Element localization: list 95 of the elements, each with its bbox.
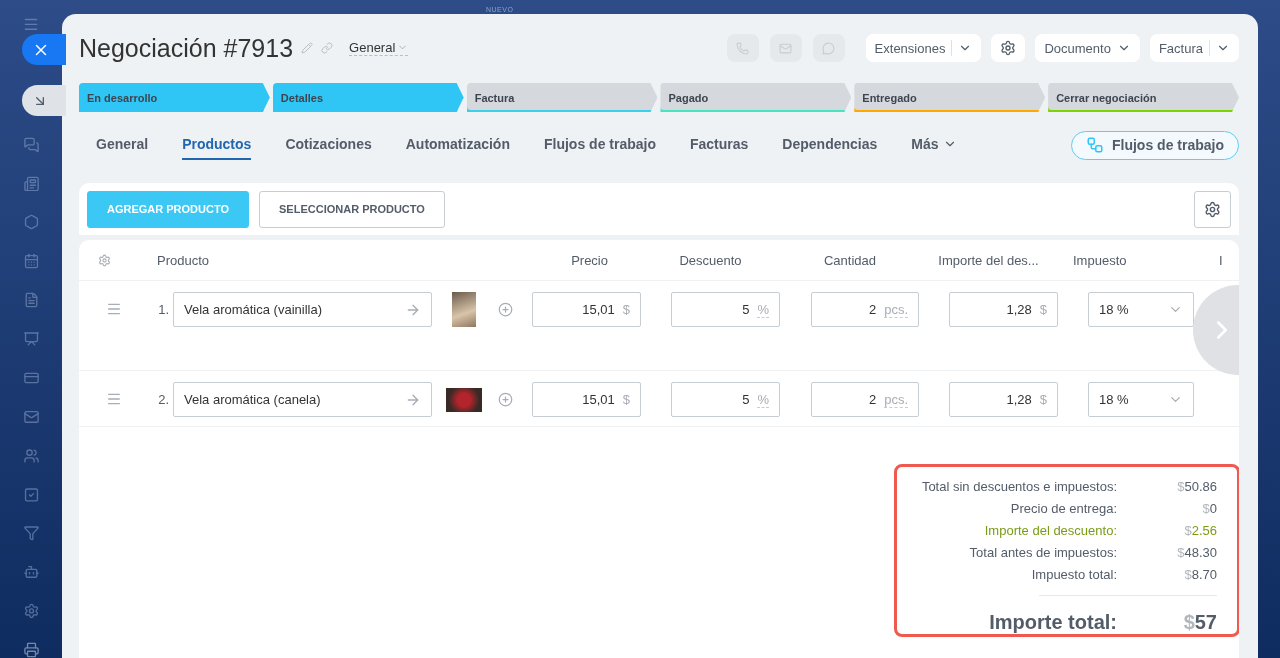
- drag-handle-icon[interactable]: [106, 391, 122, 407]
- calendar-icon[interactable]: [22, 253, 40, 270]
- row-number: 1.: [158, 301, 169, 319]
- split-menu-button[interactable]: Extensiones: [865, 34, 982, 62]
- stage-step[interactable]: Entregado: [854, 83, 1046, 112]
- tax-dropdown[interactable]: 18 %: [1088, 292, 1194, 327]
- mail-icon[interactable]: [22, 408, 40, 425]
- workflows-button[interactable]: Flujos de trabajo: [1071, 130, 1239, 160]
- stage-label: Factura: [474, 91, 515, 104]
- settings-icon[interactable]: [98, 253, 111, 267]
- robot-icon[interactable]: [22, 564, 40, 581]
- dropdown-button[interactable]: Documento: [1035, 34, 1140, 62]
- column-header: Cantidad: [823, 252, 876, 268]
- total-label: Total sin descuentos e impuestos:: [920, 479, 1117, 494]
- filter-icon[interactable]: [22, 525, 40, 542]
- menu-icon[interactable]: [22, 16, 40, 33]
- column-header: Producto: [157, 252, 210, 268]
- tab[interactable]: Productos: [182, 130, 252, 160]
- price-field[interactable]: 15,01 $: [532, 292, 641, 327]
- select-product-button[interactable]: SELECCIONAR PRODUCTO: [259, 190, 445, 228]
- product-field[interactable]: Vela aromática (vainilla): [173, 292, 432, 327]
- pipeline-dropdown[interactable]: General: [349, 40, 409, 56]
- total-value: $50.86: [1176, 479, 1217, 494]
- grand-total-value: $57: [1182, 611, 1217, 634]
- settings-icon: [1000, 40, 1017, 56]
- quantity-field[interactable]: 2 pcs.: [811, 382, 919, 417]
- stage-label: Pagado: [668, 91, 709, 104]
- discount-field[interactable]: 5 %: [671, 382, 780, 417]
- row-number: 2.: [158, 391, 169, 409]
- pencil-icon[interactable]: [301, 42, 314, 54]
- stage-step[interactable]: Cerrar negociación: [1048, 83, 1239, 112]
- total-value: $8.70: [1183, 567, 1217, 582]
- total-label: Importe del descuento:: [983, 523, 1117, 538]
- settings-button[interactable]: [1194, 190, 1231, 228]
- presentation-icon[interactable]: [22, 331, 40, 347]
- drag-handle-icon[interactable]: [106, 301, 122, 317]
- column-header: Descuento: [679, 252, 742, 268]
- stage-label: En desarrollo: [87, 91, 158, 104]
- tab[interactable]: Cotizaciones: [285, 130, 372, 160]
- deal-title: Negociación #7913: [79, 33, 294, 63]
- workflow-icon: [1086, 136, 1104, 154]
- stage-label: Detalles: [280, 91, 324, 104]
- stage-label: Entregado: [862, 91, 917, 104]
- total-label: Precio de entrega:: [1009, 501, 1117, 516]
- printer-icon[interactable]: [22, 642, 40, 658]
- discount-amount-field[interactable]: 1,28 $: [949, 292, 1058, 327]
- column-header: Importe del des...: [938, 252, 1039, 268]
- price-field[interactable]: 15,01 $: [532, 382, 641, 417]
- news-icon[interactable]: [22, 175, 40, 192]
- tab[interactable]: Flujos de trabajo: [543, 130, 656, 160]
- chat-button[interactable]: [812, 34, 845, 62]
- grand-total-label: Importe total:: [988, 611, 1117, 634]
- settings-button[interactable]: [991, 34, 1026, 62]
- minimize-button[interactable]: [22, 85, 66, 116]
- total-label: Impuesto total:: [1030, 567, 1117, 582]
- close-button[interactable]: [22, 34, 66, 65]
- tab[interactable]: General: [96, 130, 149, 160]
- discount-amount-field[interactable]: 1,28 $: [949, 382, 1058, 417]
- settings-icon[interactable]: [22, 603, 40, 620]
- stage-label: Cerrar negociación: [1056, 91, 1157, 104]
- stage-step[interactable]: Pagado: [660, 83, 852, 112]
- discount-field[interactable]: 5 %: [671, 292, 780, 327]
- total-value: $2.56: [1183, 523, 1217, 538]
- total-value: $48.30: [1176, 545, 1217, 560]
- column-header: I: [1219, 252, 1223, 268]
- stage-step[interactable]: Detalles: [272, 83, 464, 112]
- tab[interactable]: Facturas: [690, 130, 749, 160]
- total-value: $0: [1201, 501, 1217, 516]
- tab[interactable]: Más: [911, 130, 957, 160]
- photo-placeholder: [452, 292, 476, 327]
- mail-button[interactable]: [769, 34, 802, 62]
- users-icon[interactable]: [22, 447, 40, 464]
- photo-placeholder: [446, 387, 482, 412]
- chat-icon: [822, 41, 836, 55]
- mail-icon: [779, 41, 793, 55]
- phone-button[interactable]: [726, 34, 759, 62]
- tax-dropdown[interactable]: 18 %: [1088, 382, 1194, 417]
- column-header: Precio: [571, 252, 608, 268]
- checkbox-icon[interactable]: [22, 486, 40, 503]
- tab[interactable]: Dependencias: [782, 130, 878, 160]
- stage-step[interactable]: En desarrollo: [79, 83, 270, 112]
- settings-icon: [1204, 200, 1221, 218]
- chat-icon[interactable]: [22, 136, 40, 153]
- link-icon[interactable]: [321, 42, 334, 54]
- add-icon[interactable]: [498, 392, 513, 407]
- stage-step[interactable]: Factura: [466, 83, 658, 112]
- add-icon[interactable]: [498, 302, 513, 317]
- product-field[interactable]: Vela aromática (canela): [173, 382, 432, 417]
- tab[interactable]: Automatización: [405, 130, 510, 160]
- phone-icon: [736, 41, 750, 55]
- total-label: Total antes de impuestos:: [968, 545, 1117, 560]
- quantity-field[interactable]: 2 pcs.: [811, 292, 919, 327]
- hexagon-icon[interactable]: [22, 214, 40, 231]
- split-menu-button[interactable]: Factura: [1149, 34, 1239, 62]
- column-header: Impuesto: [1073, 252, 1127, 268]
